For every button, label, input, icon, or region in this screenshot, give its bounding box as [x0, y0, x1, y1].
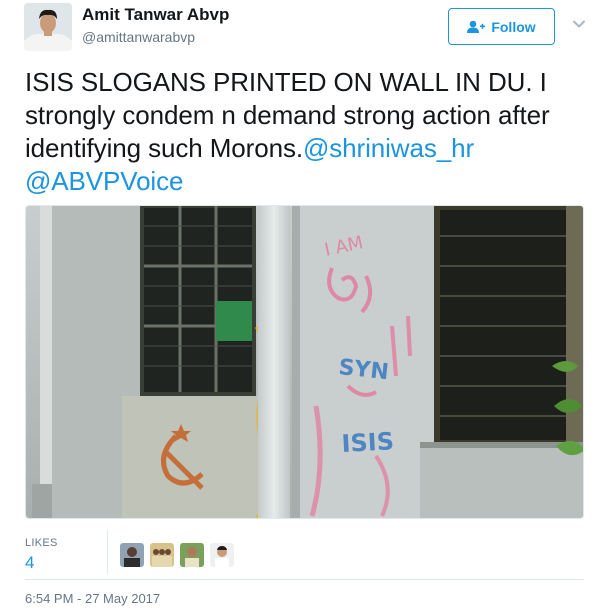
- tweet-photo[interactable]: I AM SYN ISIS: [25, 205, 584, 519]
- likes-label: LIKES: [25, 537, 58, 549]
- add-user-icon: [467, 20, 486, 33]
- liker-avatar[interactable]: [150, 543, 174, 567]
- graffiti-text: SYN: [337, 355, 390, 385]
- chevron-down-icon[interactable]: [571, 16, 587, 32]
- avatar-icon: [210, 543, 234, 567]
- tweet-header: Amit Tanwar Abvp @amittanwarabvp Follow: [0, 0, 608, 60]
- tweet-text: ISIS SLOGANS PRINTED ON WALL IN DU. I st…: [25, 66, 590, 198]
- tweet-stats: LIKES 4: [25, 530, 584, 580]
- follow-button[interactable]: Follow: [448, 8, 555, 45]
- avatar-icon: [150, 543, 174, 567]
- liker-avatar[interactable]: [180, 543, 204, 567]
- likes-count[interactable]: 4: [25, 553, 34, 573]
- divider: [25, 579, 584, 580]
- author-name[interactable]: Amit Tanwar Abvp: [82, 5, 229, 25]
- profile-photo-icon: [24, 3, 72, 51]
- follow-button-label: Follow: [491, 18, 536, 35]
- avatar-icon: [180, 543, 204, 567]
- stats-divider: [107, 530, 108, 574]
- liker-avatars: [120, 543, 234, 567]
- mention-link[interactable]: @ABVPVoice: [25, 166, 183, 196]
- author-handle[interactable]: @amittanwarabvp: [82, 29, 195, 45]
- avatar-icon: [120, 543, 144, 567]
- liker-avatar[interactable]: [120, 543, 144, 567]
- liker-avatar[interactable]: [210, 543, 234, 567]
- tweet-timestamp[interactable]: 6:54 PM - 27 May 2017: [25, 591, 160, 606]
- wall-graffiti-photo: I AM SYN ISIS: [26, 206, 583, 518]
- graffiti-text: ISIS: [341, 427, 395, 458]
- mention-link[interactable]: @shriniwas_hr: [303, 133, 474, 163]
- author-avatar[interactable]: [24, 3, 72, 51]
